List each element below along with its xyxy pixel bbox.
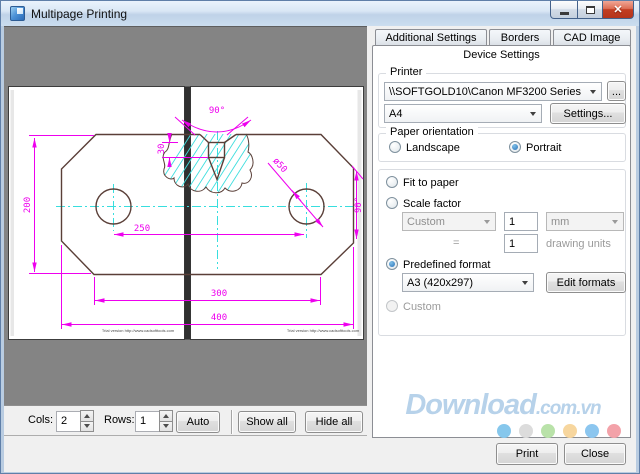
paper-size-select[interactable]: A4 — [384, 104, 542, 123]
page-2[interactable] — [190, 86, 364, 340]
fit-to-paper-radio[interactable] — [386, 176, 398, 188]
cols-input[interactable]: 2 — [56, 411, 81, 432]
tab-borders[interactable]: Borders — [489, 29, 551, 46]
chevron-down-icon — [590, 90, 596, 97]
close-dialog-button[interactable]: Close — [564, 443, 626, 465]
cols-down-button[interactable] — [80, 420, 94, 432]
predefined-format-radio[interactable] — [386, 258, 398, 270]
paper-size-value: A4 — [389, 107, 403, 120]
dim-plate-height-label: 200 — [23, 197, 33, 213]
drawing-units-label: drawing units — [546, 238, 611, 250]
dim-angle-label: 90° — [209, 106, 225, 116]
show-all-button[interactable]: Show all — [238, 411, 296, 433]
predefined-format-label[interactable]: Predefined format — [403, 259, 490, 271]
maximize-button[interactable] — [577, 1, 603, 19]
drawing-units-input[interactable]: 1 — [504, 234, 538, 253]
scale-factor-radio[interactable] — [386, 197, 398, 209]
chevron-down-icon — [484, 220, 490, 227]
rows-spinner — [159, 410, 173, 432]
dim-notch-depth-label: 30 — [157, 144, 167, 155]
minimize-icon — [559, 11, 569, 15]
orientation-group-label: Paper orientation — [386, 126, 478, 138]
minimize-button[interactable] — [550, 1, 578, 19]
window-title: Multipage Printing — [31, 7, 128, 21]
hide-all-button[interactable]: Hide all — [305, 411, 363, 433]
custom-label: Custom — [403, 301, 441, 313]
toolbar-separator — [231, 410, 233, 434]
scale-mode-select: Custom — [402, 212, 496, 231]
watermark-dot — [497, 424, 511, 438]
equals-sign: = — [453, 237, 460, 249]
dim-right-edge-label: 90° — [354, 197, 364, 213]
scale-mode-value: Custom — [407, 215, 445, 228]
printer-select-value: \\SOFTGOLD10\Canon MF3200 Series — [389, 85, 581, 98]
rows-label: Rows: — [104, 414, 135, 426]
watermark: Download.com.vn — [374, 389, 632, 422]
page-margin-strip — [10, 90, 14, 336]
rows-input[interactable]: 1 — [135, 411, 160, 432]
rows-down-button[interactable] — [159, 420, 173, 432]
watermark-brand: Download — [405, 389, 537, 421]
portrait-label[interactable]: Portrait — [526, 142, 561, 154]
unit-select: mm — [546, 212, 624, 231]
cols-spinner — [80, 410, 94, 432]
app-icon — [10, 6, 25, 21]
print-button[interactable]: Print — [496, 443, 558, 465]
unit-value: mm — [551, 215, 570, 228]
close-icon: ✕ — [613, 4, 623, 16]
custom-radio — [386, 300, 398, 312]
watermark-dot — [585, 424, 599, 438]
watermark-suffix: .com.vn — [535, 398, 602, 419]
format-value: A3 (420x297) — [407, 276, 474, 289]
dim-total-width-label: 400 — [211, 313, 227, 323]
chevron-down-icon — [522, 281, 528, 288]
browse-printer-button[interactable]: ... — [607, 81, 626, 101]
chevron-down-icon — [530, 112, 536, 119]
scale-factor-label[interactable]: Scale factor — [403, 198, 461, 210]
watermark-dot — [519, 424, 533, 438]
edit-formats-button[interactable]: Edit formats — [546, 272, 626, 293]
page1-footer: Trial version http://www.cadsofttools.co… — [102, 328, 175, 333]
fit-to-paper-label[interactable]: Fit to paper — [403, 177, 459, 189]
watermark-dot — [607, 424, 621, 438]
title-bar[interactable]: Multipage Printing ✕ — [1, 1, 639, 26]
maximize-icon — [585, 5, 595, 14]
dim-bottom-edge-label: 300 — [211, 289, 227, 299]
print-preview-area[interactable]: 90° 30 ø50 200 250 300 400 90° Trial ver… — [4, 26, 367, 405]
dim-hole-spacing-label: 250 — [134, 224, 150, 234]
tab-additional-settings[interactable]: Additional Settings — [375, 29, 487, 46]
cols-label: Cols: — [28, 414, 54, 426]
printer-settings-button[interactable]: Settings... — [550, 103, 626, 124]
printer-group-label: Printer — [386, 66, 427, 78]
landscape-label[interactable]: Landscape — [406, 142, 460, 154]
watermark-dots — [497, 424, 629, 438]
tab-device-settings[interactable]: Device Settings — [372, 45, 631, 64]
auto-button[interactable]: Auto — [176, 411, 220, 433]
watermark-dot — [563, 424, 577, 438]
format-select[interactable]: A3 (420x297) — [402, 273, 534, 292]
tab-cad-image[interactable]: CAD Image — [553, 29, 631, 46]
chevron-down-icon — [612, 220, 618, 227]
watermark-dot — [541, 424, 555, 438]
cad-preview-canvas: 90° 30 ø50 200 250 300 400 90° Trial ver… — [8, 86, 364, 340]
landscape-radio[interactable] — [389, 141, 401, 153]
scale-value-input[interactable]: 1 — [504, 212, 538, 231]
close-button[interactable]: ✕ — [602, 1, 634, 19]
preview-toolbar: Cols: 2 Rows: 1 Auto Show all Hide all — [4, 405, 367, 436]
printer-select[interactable]: \\SOFTGOLD10\Canon MF3200 Series — [384, 82, 602, 101]
portrait-radio[interactable] — [509, 141, 521, 153]
page2-footer: Trial version http://www.cadsofttools.co… — [287, 328, 360, 333]
multipage-printing-dialog: Multipage Printing ✕ 90° 30 ø50 200 250 … — [0, 0, 640, 474]
